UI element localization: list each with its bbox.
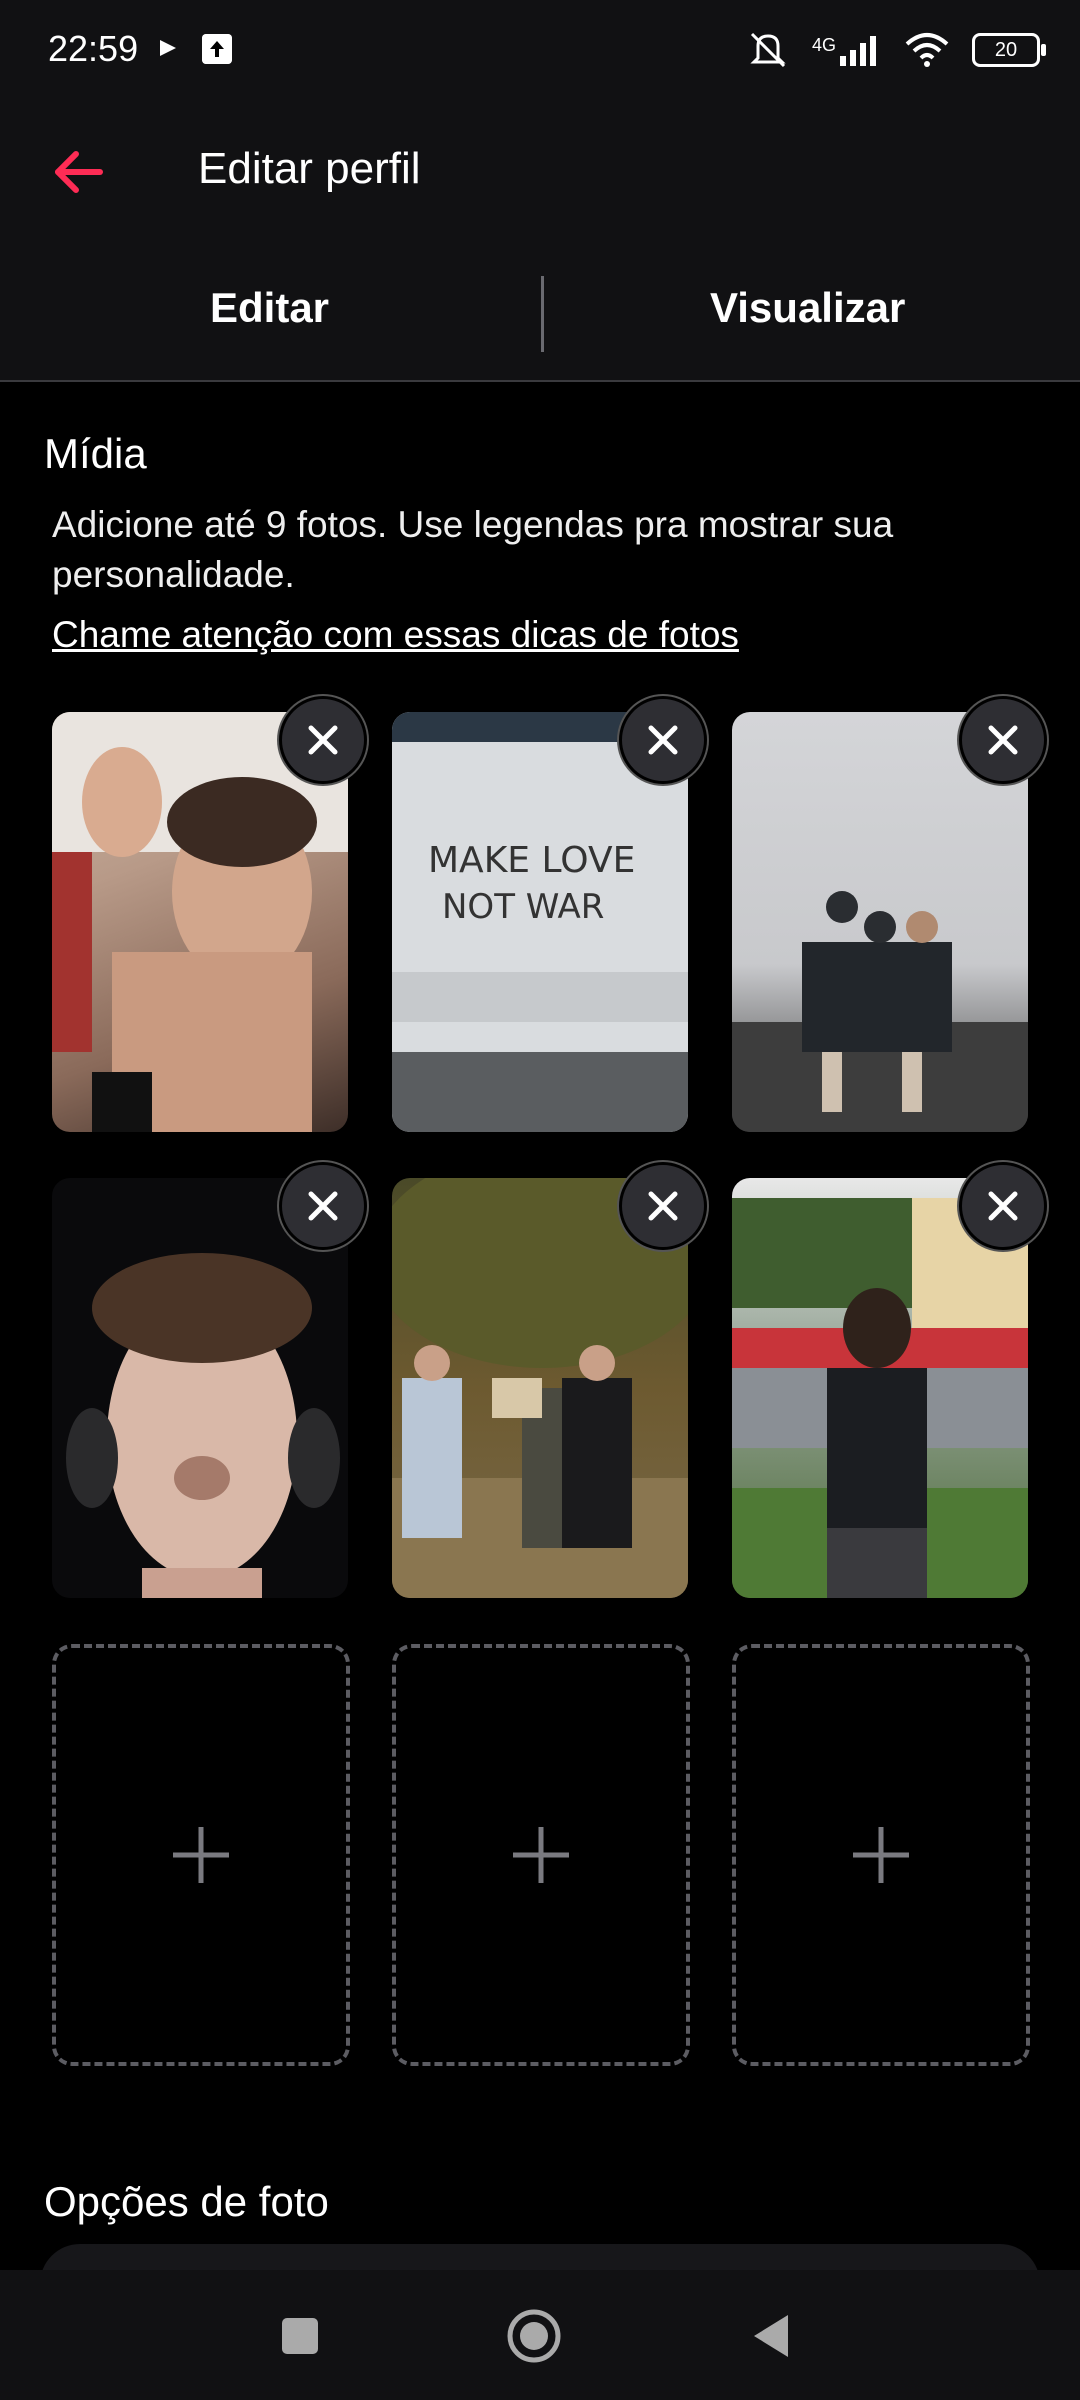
photo-options-title: Opções de foto — [44, 2178, 329, 2225]
plus-icon — [173, 1827, 229, 1883]
home-circle-icon — [507, 2309, 561, 2363]
battery-icon: 20 — [972, 33, 1046, 67]
close-icon — [988, 1191, 1018, 1221]
tab-bar: Editar Visualizar — [0, 250, 1080, 382]
back-triangle-icon — [754, 2315, 788, 2357]
battery-level: 20 — [994, 38, 1018, 61]
media-title: Mídia — [44, 430, 147, 477]
status-time: 22:59 — [48, 28, 139, 69]
page-title: Editar perfil — [198, 144, 421, 193]
mute-icon — [750, 32, 786, 68]
status-icons: 4G 20 — [746, 30, 1046, 70]
remove-photo-button[interactable] — [959, 696, 1047, 784]
svg-text:NOT WAR: NOT WAR — [442, 887, 604, 927]
home-button[interactable] — [502, 2304, 566, 2368]
tab-edit[interactable]: Editar — [210, 284, 329, 332]
add-photo-slot[interactable] — [52, 1644, 350, 2066]
close-icon — [308, 1191, 338, 1221]
tab-divider — [541, 276, 544, 352]
wifi-icon — [905, 33, 949, 67]
photo-tips-link[interactable]: Chame atenção com essas dicas de fotos — [52, 614, 739, 656]
add-photo-slot[interactable] — [732, 1644, 1030, 2066]
close-icon — [988, 725, 1018, 755]
remove-photo-button[interactable] — [619, 1162, 707, 1250]
recents-button[interactable] — [268, 2304, 332, 2368]
plus-icon — [513, 1827, 569, 1883]
signal-icon: 4G — [812, 34, 882, 66]
remove-photo-button[interactable] — [619, 696, 707, 784]
close-icon — [308, 725, 338, 755]
remove-photo-button[interactable] — [959, 1162, 1047, 1250]
close-icon — [648, 725, 678, 755]
svg-text:MAKE LOVE: MAKE LOVE — [428, 840, 635, 881]
status-bar: 22:59 4G 20 — [0, 0, 1080, 100]
remove-photo-button[interactable] — [279, 1162, 367, 1250]
add-photo-slot[interactable] — [392, 1644, 690, 2066]
close-icon — [648, 1191, 678, 1221]
media-description: Adicione até 9 fotos. Use legendas pra m… — [52, 504, 894, 595]
plus-icon — [853, 1827, 909, 1883]
remove-photo-button[interactable] — [279, 696, 367, 784]
recents-square-icon — [282, 2318, 318, 2354]
network-label: 4G — [811, 35, 836, 55]
header: Editar perfil — [0, 100, 1080, 250]
upload-icon — [202, 34, 232, 64]
tab-preview[interactable]: Visualizar — [710, 284, 905, 332]
back-arrow-icon[interactable] — [48, 142, 108, 202]
back-button[interactable] — [740, 2304, 804, 2368]
play-icon — [160, 40, 176, 56]
system-nav-bar — [0, 2270, 1080, 2400]
